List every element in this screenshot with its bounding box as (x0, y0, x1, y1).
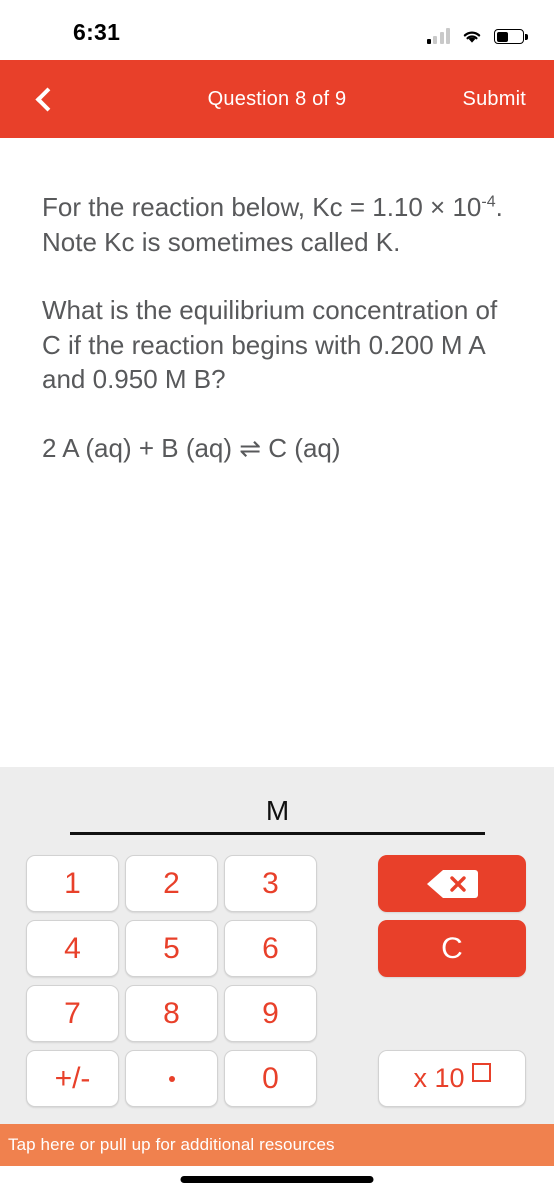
battery-icon (494, 29, 528, 44)
backspace-icon (425, 868, 479, 900)
key-1[interactable]: 1 (26, 855, 119, 912)
keypad-panel: M 1 2 3 4 5 6 7 8 9 +/- 0 C x 10 (0, 767, 554, 1124)
decimal-dot-icon (168, 1075, 175, 1082)
exponent-placeholder-box-icon (471, 1063, 491, 1082)
wifi-icon (461, 28, 483, 44)
key-9[interactable]: 9 (224, 985, 317, 1042)
exponent-button[interactable]: x 10 (378, 1050, 526, 1107)
key-8[interactable]: 8 (125, 985, 218, 1042)
chemical-equation: 2 A (aq) + B (aq) ⇌ C (aq) (42, 432, 341, 463)
status-time: 6:31 (73, 19, 121, 45)
app-screen: 6:31 Question 8 of 9 Submit For the reac… (0, 0, 554, 1200)
answer-underline (70, 832, 485, 835)
status-icons (426, 22, 528, 44)
status-bar: 6:31 (0, 0, 554, 60)
key-sign[interactable]: +/- (26, 1050, 119, 1107)
home-indicator (180, 1176, 374, 1183)
question-exponent: -4 (481, 193, 496, 211)
clear-button[interactable]: C (378, 920, 526, 977)
backspace-button[interactable] (378, 855, 526, 912)
key-2[interactable]: 2 (125, 855, 218, 912)
exponent-button-label: x 10 (413, 1063, 465, 1093)
additional-resources-bar[interactable]: Tap here or pull up for additional resou… (0, 1124, 554, 1166)
submit-button[interactable]: Submit (463, 88, 526, 111)
answer-field[interactable]: M (70, 777, 485, 835)
additional-resources-label: Tap here or pull up for additional resou… (8, 1135, 335, 1154)
cellular-signal-icon (426, 27, 450, 44)
key-decimal[interactable] (125, 1050, 218, 1107)
question-body: For the reaction below, Kc = 1.10 × 10-4… (0, 138, 554, 767)
key-7[interactable]: 7 (26, 985, 119, 1042)
question-paragraph-1-text: For the reaction below, Kc = 1.10 × 10 (42, 192, 482, 222)
home-indicator-area (0, 1166, 554, 1200)
key-3[interactable]: 3 (224, 855, 317, 912)
question-paragraph-2: What is the equilibrium concentration of… (42, 295, 498, 395)
key-6[interactable]: 6 (224, 920, 317, 977)
question-paragraph-1: For the reaction below, Kc = 1.10 × 10-4… (42, 190, 512, 259)
key-5[interactable]: 5 (125, 920, 218, 977)
answer-unit-label: M (265, 795, 290, 826)
key-4[interactable]: 4 (26, 920, 119, 977)
nav-bar: Question 8 of 9 Submit (0, 60, 554, 138)
key-0[interactable]: 0 (224, 1050, 317, 1107)
